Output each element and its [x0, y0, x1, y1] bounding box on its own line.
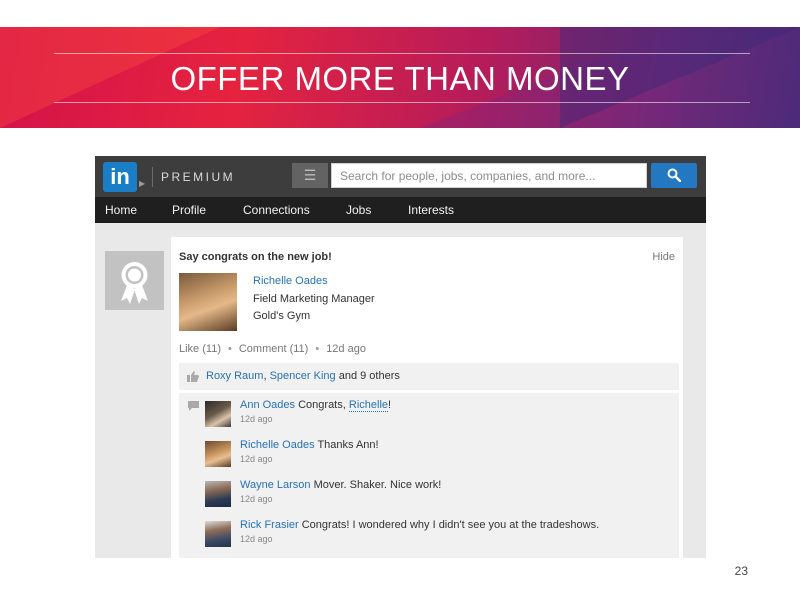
separator-dot: •	[227, 343, 232, 355]
comment-text: Congrats,	[298, 399, 346, 411]
person-job-title: Field Marketing Manager	[253, 293, 375, 305]
comment-time: 12d ago	[240, 454, 273, 464]
nav-item-connections[interactable]: Connections	[243, 203, 310, 217]
page-number: 23	[734, 564, 748, 578]
divider	[152, 167, 153, 187]
comment-time: 12d ago	[240, 534, 273, 544]
comment-text-line: Ann Oades Congrats, Richelle!	[240, 399, 392, 412]
search-button[interactable]	[651, 163, 697, 188]
comment-text: Congrats! I wondered why I didn't see yo…	[301, 519, 600, 531]
menu-button[interactable]: ☰	[292, 163, 328, 188]
comment-time: 12d ago	[240, 414, 273, 424]
avatar[interactable]	[205, 521, 231, 547]
premium-label: PREMIUM	[161, 170, 236, 184]
card-actions: Like (11) • Comment (11) • 12d ago	[179, 343, 366, 355]
slide-banner: OFFER MORE THAN MONEY	[0, 27, 800, 128]
top-bar: in ▶ PREMIUM ☰ Search for people, jobs, …	[95, 156, 706, 197]
hide-link[interactable]: Hide	[652, 251, 675, 263]
likes-suffix: and 9 others	[338, 370, 400, 382]
comment-author[interactable]: Wayne Larson	[240, 479, 311, 491]
comment-text-line: Richelle Oades Thanks Ann!	[240, 439, 379, 451]
avatar[interactable]	[205, 401, 231, 427]
menu-icon: ☰	[303, 167, 317, 183]
comment-author[interactable]: Richelle Oades	[240, 439, 315, 451]
comment-item: Rick Frasier Congrats! I wondered why I …	[205, 519, 675, 555]
separator-dot: •	[315, 343, 320, 355]
thumbs-up-icon	[187, 371, 199, 382]
comment-text-line: Wayne Larson Mover. Shaker. Nice work!	[240, 479, 441, 491]
banner-rule	[54, 102, 750, 103]
comment-link[interactable]: Comment (11)	[239, 343, 308, 355]
search-icon	[667, 168, 681, 182]
likes-text: Roxy Raum, Spencer King and 9 others	[206, 370, 400, 382]
nav-item-profile[interactable]: Profile	[172, 203, 206, 217]
avatar[interactable]	[205, 481, 231, 507]
liker-link[interactable]: Roxy Raum	[206, 370, 263, 382]
profile-photo[interactable]	[179, 273, 237, 331]
comment-item: Ann Oades Congrats, Richelle! 12d ago	[205, 399, 675, 435]
nav-item-interests[interactable]: Interests	[408, 203, 454, 217]
comment-mention[interactable]: Richelle	[348, 399, 389, 412]
post-time: 12d ago	[326, 343, 366, 355]
search-input[interactable]: Search for people, jobs, companies, and …	[331, 163, 647, 188]
comment-item: Wayne Larson Mover. Shaker. Nice work! 1…	[205, 479, 675, 515]
nav-bar: Home Profile Connections Jobs Interests	[95, 197, 706, 223]
person-company: Gold's Gym	[253, 310, 311, 322]
comments-section: Ann Oades Congrats, Richelle! 12d ago Ri…	[179, 393, 679, 558]
linkedin-logo[interactable]: in	[103, 162, 137, 192]
comment-text-suffix: !	[388, 399, 392, 411]
banner-rule	[54, 53, 750, 54]
nav-item-jobs[interactable]: Jobs	[346, 203, 371, 217]
comment-bubble-icon	[188, 401, 199, 411]
avatar[interactable]	[205, 441, 231, 467]
comment-author[interactable]: Ann Oades	[240, 399, 295, 411]
person-name[interactable]: Richelle Oades	[253, 275, 328, 287]
comment-item: Richelle Oades Thanks Ann! 12d ago	[205, 439, 675, 475]
comment-text: Thanks Ann!	[317, 439, 379, 451]
liker-link[interactable]: Spencer King	[270, 370, 336, 382]
slide-title: OFFER MORE THAN MONEY	[170, 60, 630, 97]
comment-time: 12d ago	[240, 494, 273, 504]
nav-item-home[interactable]: Home	[105, 203, 137, 217]
card-title: Say congrats on the new job!	[179, 251, 332, 263]
comment-text-line: Rick Frasier Congrats! I wondered why I …	[240, 519, 599, 531]
comment-text: Mover. Shaker. Nice work!	[313, 479, 442, 491]
comment-author[interactable]: Rick Frasier	[240, 519, 299, 531]
like-link[interactable]: Like (11)	[179, 343, 221, 355]
award-ribbon-icon	[105, 251, 164, 310]
congrats-card: Say congrats on the new job! Hide Richel…	[171, 237, 683, 558]
likes-separator: ,	[263, 370, 267, 382]
linkedin-screenshot: in ▶ PREMIUM ☰ Search for people, jobs, …	[95, 156, 706, 558]
logo-arrow-icon: ▶	[139, 179, 146, 188]
likes-summary: Roxy Raum, Spencer King and 9 others	[179, 363, 679, 390]
